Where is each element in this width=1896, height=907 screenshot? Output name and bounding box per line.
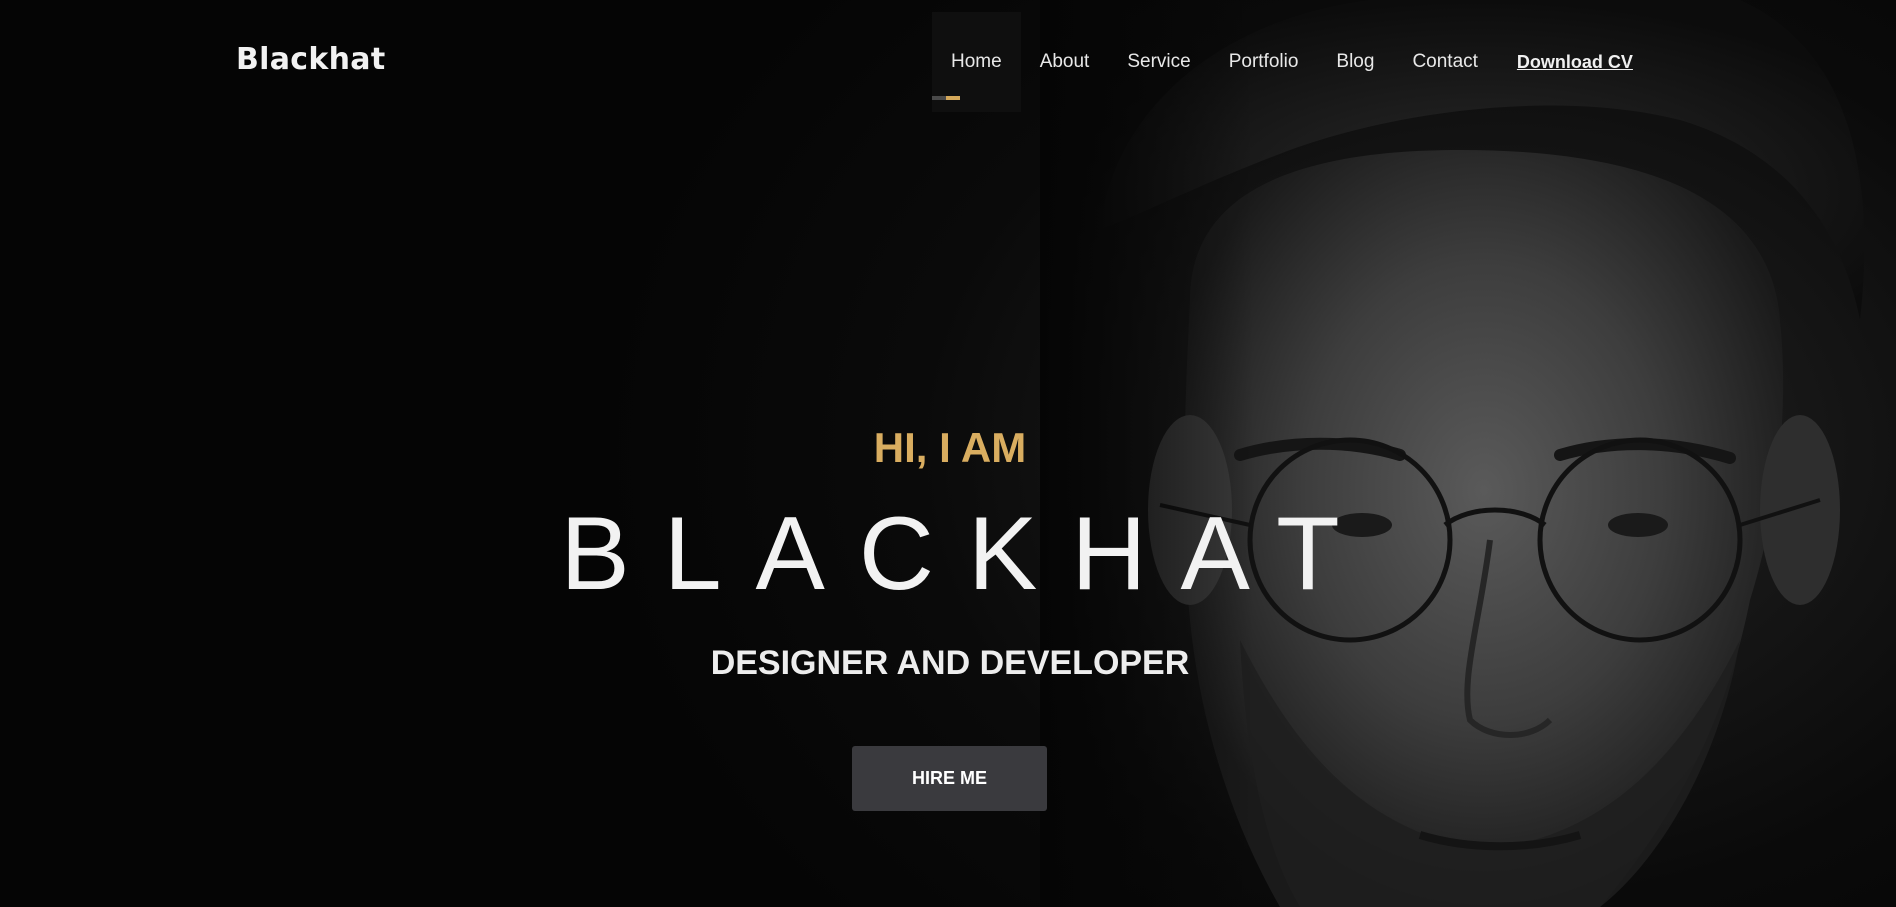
hero-intro: HI, I AM <box>873 424 1027 471</box>
hire-me-button[interactable]: HIRE ME <box>852 746 1047 811</box>
nav-item-portfolio[interactable]: Portfolio <box>1210 12 1318 112</box>
nav-item-about[interactable]: About <box>1021 12 1109 112</box>
nav-item-home[interactable]: Home <box>932 12 1021 112</box>
nav-item-label: Home <box>951 51 1002 72</box>
hero-role: DESIGNER AND DEVELOPER <box>710 644 1190 682</box>
nav-item-label: About <box>1039 51 1090 72</box>
hero-section: Blackhat Home About Service Portfolio Bl… <box>0 0 1896 907</box>
active-indicator <box>946 96 960 100</box>
site-logo[interactable]: Blackhat <box>236 42 385 77</box>
nav-item-label: Blog <box>1336 51 1375 72</box>
download-cv-link[interactable]: Download CV <box>1517 12 1633 112</box>
nav-item-label: Service <box>1127 51 1191 72</box>
hero-name: BLACKHAT <box>560 496 1374 612</box>
nav-item-service[interactable]: Service <box>1108 12 1209 112</box>
main-nav: Home About Service Portfolio Blog Contac… <box>932 12 1633 112</box>
nav-item-blog[interactable]: Blog <box>1317 12 1393 112</box>
nav-item-contact[interactable]: Contact <box>1393 12 1496 112</box>
nav-item-label: Portfolio <box>1228 51 1299 72</box>
nav-item-label: Contact <box>1412 51 1478 72</box>
